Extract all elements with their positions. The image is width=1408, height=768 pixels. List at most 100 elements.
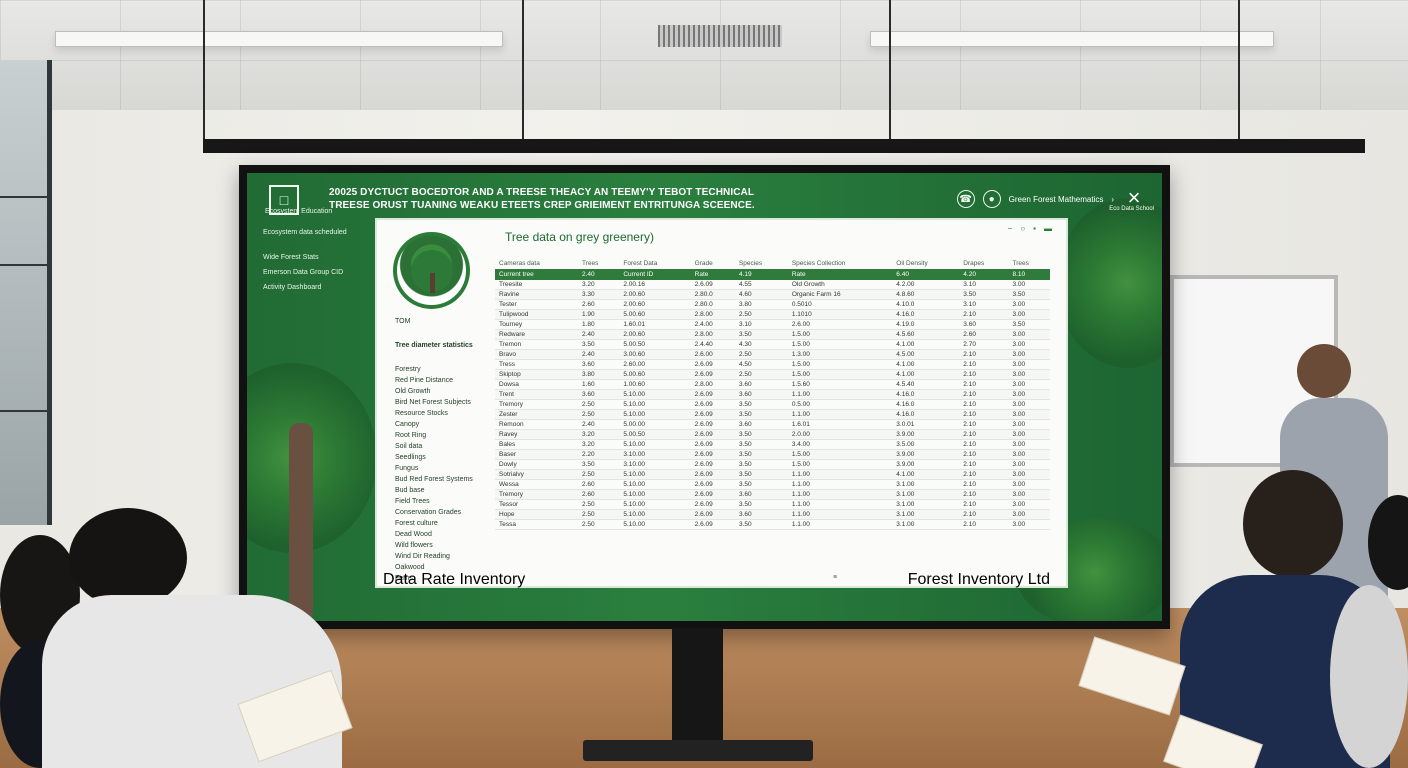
table-cell: 4.60: [734, 289, 788, 300]
cable: [889, 0, 891, 139]
table-cell: 1.1.00: [787, 389, 893, 400]
table-cell: 2.6.09: [690, 469, 735, 480]
table-cell: 2.50: [577, 499, 620, 510]
left-list-item[interactable]: Resource Stocks: [395, 408, 490, 419]
left-list-item[interactable]: Wild flowers: [395, 540, 490, 551]
phone-icon[interactable]: ☎: [956, 190, 975, 208]
left-list-item[interactable]: Red Pine Distance: [395, 375, 490, 386]
table-cell: 4.16.0: [892, 409, 960, 420]
table-cell: 3.50: [734, 519, 788, 530]
table-cell: Baser: [495, 449, 578, 460]
left-list-item[interactable]: Bud Red Forest Systems: [395, 474, 490, 485]
table-row: Tremory 2.50 5.10.00 2.6.09 3.50 0.5.00 4.16.0…: [495, 399, 1050, 410]
table-cell: 3.60: [734, 389, 788, 400]
left-list-item[interactable]: Dead Wood: [395, 529, 490, 540]
sidebar-item[interactable]: Wide Forest Stats: [263, 254, 371, 261]
left-list-item[interactable]: Wind Dir Reading: [395, 551, 490, 562]
table-cell: 2.6.09: [690, 459, 735, 470]
table-cell: 2.10: [959, 309, 1009, 320]
table-body: Treesite 3.20 2.00.16 2.6.09 4.55 Old Growth 4…: [495, 280, 1050, 530]
table-cell: 3.1.00: [892, 479, 960, 490]
table-cell: 1.1.00: [787, 409, 893, 420]
table-cell: 1.90: [577, 309, 620, 320]
table-cell: 3.10: [959, 299, 1009, 310]
table-cell: 4.1.00: [892, 469, 960, 480]
left-list-item[interactable]: Soil data: [395, 441, 490, 452]
sidebar-item[interactable]: Emerson Data Group CID: [263, 269, 371, 276]
display-base: [583, 740, 813, 761]
left-list-item[interactable]: Fungus: [395, 463, 490, 474]
table-cell: 3.10.00: [619, 459, 691, 470]
table-cell: 4.16.0: [892, 399, 960, 410]
table-cell: 3.0.01: [892, 419, 960, 430]
table-cell: 3.30: [577, 289, 620, 300]
left-list-item[interactable]: Bud base: [395, 485, 490, 496]
table-cell: 2.60.00: [619, 359, 691, 370]
table-cell: 1.1010: [787, 309, 893, 320]
chevron-right-icon[interactable]: ›: [1111, 195, 1114, 204]
footer-left-label: Data Rate Inventory: [383, 571, 526, 588]
table-row: Dowsa 1.60 1.00.60 2.8.00 3.60 1.5.60 4.5.40 2.…: [495, 379, 1050, 390]
table-cell: 2.10: [959, 419, 1009, 430]
student-head: [69, 508, 187, 608]
table-row: Tremon 3.50 5.00.50 2.4.40 4.30 1.5.00 4.1.00 2…: [495, 339, 1050, 350]
left-list-item[interactable]: Field Trees: [395, 496, 490, 507]
table-cell: 3.1.00: [892, 489, 960, 500]
table-cell: Hope: [495, 509, 578, 520]
table-cell: Old Growth: [787, 280, 893, 290]
table-cell: 1.5.00: [787, 329, 893, 340]
table-cell: 5.10.00: [619, 489, 691, 500]
table-cell: 2.40: [577, 419, 620, 430]
table-cell: 3.80: [734, 299, 788, 310]
table-cell: 3.50: [734, 409, 788, 420]
sidebar-item-top[interactable]: Ecosystem data scheduled: [263, 229, 371, 236]
left-list-item[interactable]: Forest culture: [395, 518, 490, 529]
sidebar: Ecosystem data scheduled Wide Forest Sta…: [263, 229, 371, 299]
left-list-item[interactable]: Canopy: [395, 419, 490, 430]
table-cell: Tremory: [495, 489, 578, 500]
sidebar-item[interactable]: Activity Dashboard: [263, 284, 371, 291]
table-cell: 2.50: [734, 349, 788, 360]
table-cell: 2.40: [577, 349, 620, 360]
table-row: Treesite 3.20 2.00.16 2.6.09 4.55 Old Growth 4…: [495, 280, 1050, 290]
panel-title: Tree data on grey greenery): [505, 230, 654, 244]
left-list-item[interactable]: Root Ring: [395, 430, 490, 441]
cable: [522, 0, 524, 139]
table-cell: Tester: [495, 299, 578, 310]
table-row: Trent 3.60 5.10.00 2.6.09 3.60 1.1.00 4.16.0 2.…: [495, 389, 1050, 400]
table-cell: 2.10: [959, 439, 1009, 450]
table-cell: 3.00: [1008, 479, 1050, 490]
table-cell: 5.00.60: [619, 369, 691, 380]
table-cell: 2.6.09: [690, 489, 735, 500]
table-cell: 4.1.00: [892, 359, 960, 370]
table-subheader: 6.40: [892, 269, 960, 280]
table-cell: 1.1.00: [787, 519, 893, 530]
table-cell: 3.00: [1008, 359, 1050, 370]
table-cell: 4.5.60: [892, 329, 960, 340]
table-cell: 2.10: [959, 469, 1009, 480]
table-cell: 3.60: [734, 489, 788, 500]
table-cell: 3.00: [1008, 449, 1050, 460]
left-list-item[interactable]: Old Growth: [395, 386, 490, 397]
table-cell: 3.20: [577, 280, 620, 290]
table-cell: 2.8.00: [690, 309, 735, 320]
table-cell: Organic Farm 16: [787, 289, 893, 300]
table-cell: 3.00: [1008, 299, 1050, 310]
left-list-item[interactable]: Forestry: [395, 364, 490, 375]
table-cell: 3.50: [577, 339, 620, 350]
table-cell: 3.00: [1008, 309, 1050, 320]
table-subheader: Rate: [690, 269, 735, 280]
header-right-label[interactable]: Green Forest Mathematics: [1009, 195, 1104, 204]
status-icon[interactable]: ●: [982, 190, 1001, 208]
table-cell: 2.50: [577, 399, 620, 410]
left-list-item[interactable]: Conservation Grades: [395, 507, 490, 518]
left-list-item[interactable]: Seedlings: [395, 452, 490, 463]
dashboard-title: 20025 DYCTUCT BOCEDTOR AND A TREESE THEA…: [329, 186, 799, 212]
table-cell: 3.10: [734, 319, 788, 330]
left-list-item[interactable]: Bird Net Forest Subjects: [395, 397, 490, 408]
table-cell: 2.50: [577, 409, 620, 420]
cable: [203, 0, 205, 139]
table-cell: 2.6.09: [690, 389, 735, 400]
table-cell: 2.00.60: [619, 289, 691, 300]
table-cell: 3.60: [577, 389, 620, 400]
